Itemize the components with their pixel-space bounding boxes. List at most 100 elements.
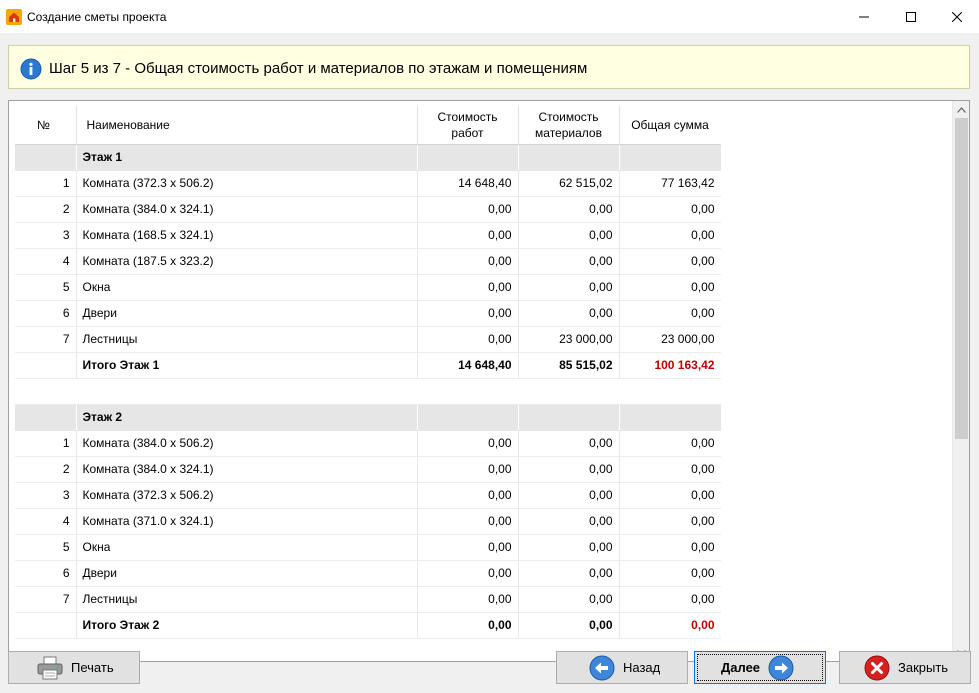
floor-total-work: 0,00 (417, 612, 519, 639)
table-row[interactable]: 7 Лестницы 0,00 23 000,00 23 000,00 (15, 326, 721, 353)
row-materials-cost: 0,00 (518, 222, 620, 249)
row-materials-cost: 62 515,02 (518, 170, 620, 197)
close-circle-icon (864, 655, 890, 681)
row-number: 3 (15, 222, 77, 249)
print-label: Печать (71, 660, 114, 675)
table-row[interactable]: 6 Двери 0,00 0,00 0,00 (15, 560, 721, 587)
row-number: 4 (15, 248, 77, 275)
row-name: Двери (76, 560, 418, 587)
row-work-cost: 0,00 (417, 482, 519, 509)
row-name: Комната (384.0 x 506.2) (76, 430, 418, 457)
printer-icon (37, 655, 63, 681)
row-work-cost: 0,00 (417, 222, 519, 249)
maximize-button[interactable] (888, 0, 934, 33)
row-materials-cost: 0,00 (518, 482, 620, 509)
row-work-cost: 0,00 (417, 196, 519, 223)
row-materials-cost: 0,00 (518, 508, 620, 535)
row-number: 4 (15, 508, 77, 535)
table-row[interactable]: 3 Комната (372.3 x 506.2) 0,00 0,00 0,00 (15, 482, 721, 509)
floor-total-label: Итого Этаж 2 (76, 612, 418, 639)
close-label: Закрыть (898, 660, 949, 675)
back-button[interactable]: Назад (556, 651, 688, 684)
table-row[interactable]: 1 Комната (384.0 x 506.2) 0,00 0,00 0,00 (15, 430, 721, 457)
row-name: Двери (76, 300, 418, 327)
row-work-cost: 0,00 (417, 586, 519, 613)
row-total: 0,00 (619, 482, 721, 509)
row-work-cost: 0,00 (417, 560, 519, 587)
row-number: 2 (15, 196, 77, 223)
row-work-cost: 14 648,40 (417, 170, 519, 197)
floor-total-row[interactable]: Итого Этаж 1 14 648,40 85 515,02 100 163… (15, 352, 721, 379)
table-row[interactable]: 5 Окна 0,00 0,00 0,00 (15, 274, 721, 301)
next-button[interactable]: Далее (694, 651, 826, 684)
row-materials-cost: 23 000,00 (518, 326, 620, 353)
row-number: 5 (15, 274, 77, 301)
row-name: Окна (76, 274, 418, 301)
print-button[interactable]: Печать (8, 651, 140, 684)
table-row[interactable]: 6 Двери 0,00 0,00 0,00 (15, 300, 721, 327)
row-number: 6 (15, 300, 77, 327)
row-work-cost: 0,00 (417, 300, 519, 327)
row-name: Комната (187.5 x 323.2) (76, 248, 418, 275)
floor-title: Этаж 2 (76, 404, 418, 431)
column-header-name[interactable]: Наименование (76, 106, 418, 145)
floor-header-row[interactable]: Этаж 2 (15, 404, 721, 431)
row-work-cost: 0,00 (417, 456, 519, 483)
row-total: 0,00 (619, 586, 721, 613)
table-row[interactable]: 2 Комната (384.0 x 324.1) 0,00 0,00 0,00 (15, 456, 721, 483)
title-bar: Создание сметы проекта (0, 0, 979, 33)
close-icon (952, 11, 962, 22)
header-mat-line2: материалов (535, 125, 602, 140)
scroll-up-button[interactable] (953, 101, 969, 118)
column-header-total[interactable]: Общая сумма (619, 106, 721, 145)
minimize-button[interactable] (841, 0, 887, 33)
spacer-row (15, 378, 721, 405)
vertical-scrollbar[interactable] (952, 101, 969, 661)
column-header-work-cost[interactable]: Стоимость работ (417, 106, 519, 145)
header-mat-line1: Стоимость (538, 109, 599, 124)
row-name: Окна (76, 534, 418, 561)
row-number: 6 (15, 560, 77, 587)
step-banner: Шаг 5 из 7 - Общая стоимость работ и мат… (8, 45, 970, 89)
row-work-cost: 0,00 (417, 534, 519, 561)
row-total: 0,00 (619, 534, 721, 561)
row-total: 0,00 (619, 274, 721, 301)
info-icon (20, 58, 42, 80)
chevron-up-icon (957, 106, 966, 113)
table-row[interactable]: 7 Лестницы 0,00 0,00 0,00 (15, 586, 721, 613)
close-button[interactable]: Закрыть (839, 651, 971, 684)
estimate-grid[interactable]: № Наименование Стоимость работ Стоимость… (8, 100, 970, 662)
minimize-icon (859, 16, 869, 17)
table-row[interactable]: 1 Комната (372.3 x 506.2) 14 648,40 62 5… (15, 170, 721, 197)
row-name: Комната (372.3 x 506.2) (76, 170, 418, 197)
grid-viewport: № Наименование Стоимость работ Стоимость… (15, 106, 721, 661)
maximize-icon (906, 11, 916, 22)
row-name: Лестницы (76, 326, 418, 353)
row-number: 7 (15, 586, 77, 613)
header-row: № Наименование Стоимость работ Стоимость… (15, 106, 721, 145)
row-work-cost: 0,00 (417, 508, 519, 535)
row-work-cost: 0,00 (417, 326, 519, 353)
window-title: Создание сметы проекта (27, 10, 167, 24)
row-total: 0,00 (619, 430, 721, 457)
row-name: Комната (168.5 x 324.1) (76, 222, 418, 249)
close-window-button[interactable] (934, 0, 979, 33)
table-row[interactable]: 5 Окна 0,00 0,00 0,00 (15, 534, 721, 561)
table-row[interactable]: 2 Комната (384.0 x 324.1) 0,00 0,00 0,00 (15, 196, 721, 223)
estimate-table: № Наименование Стоимость работ Стоимость… (15, 106, 721, 639)
row-materials-cost: 0,00 (518, 196, 620, 223)
column-header-materials-cost[interactable]: Стоимость материалов (518, 106, 620, 145)
scroll-thumb[interactable] (955, 118, 968, 439)
row-total: 0,00 (619, 248, 721, 275)
row-total: 23 000,00 (619, 326, 721, 353)
table-row[interactable]: 3 Комната (168.5 x 324.1) 0,00 0,00 0,00 (15, 222, 721, 249)
row-work-cost: 0,00 (417, 248, 519, 275)
table-row[interactable]: 4 Комната (371.0 x 324.1) 0,00 0,00 0,00 (15, 508, 721, 535)
row-total: 77 163,42 (619, 170, 721, 197)
row-name: Комната (371.0 x 324.1) (76, 508, 418, 535)
floor-total-row[interactable]: Итого Этаж 2 0,00 0,00 0,00 (15, 612, 721, 639)
column-header-number[interactable]: № (15, 106, 77, 145)
step-banner-text: Шаг 5 из 7 - Общая стоимость работ и мат… (49, 60, 588, 77)
table-row[interactable]: 4 Комната (187.5 x 323.2) 0,00 0,00 0,00 (15, 248, 721, 275)
floor-header-row[interactable]: Этаж 1 (15, 144, 721, 171)
